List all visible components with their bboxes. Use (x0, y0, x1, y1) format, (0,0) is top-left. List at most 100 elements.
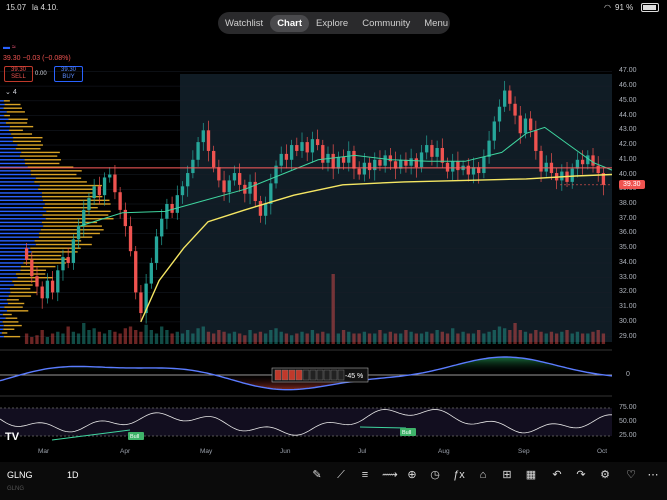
nav-community[interactable]: Community (355, 15, 417, 32)
volume-bar (300, 331, 304, 344)
time-tick: May (200, 448, 213, 455)
price-tick: 37.00 (619, 214, 637, 222)
volume-bar (492, 330, 496, 344)
volume-bar (196, 328, 200, 344)
volume-bar (409, 331, 413, 344)
nav-watchlist[interactable]: Watchlist (218, 15, 270, 32)
volume-bar (393, 333, 398, 344)
volume-bar (284, 333, 289, 344)
oscillator-zero-label: 0 (626, 371, 630, 378)
volume-bar (102, 333, 107, 344)
volume-bar (378, 330, 382, 344)
volume-bar (113, 331, 117, 344)
volume-bar (347, 331, 351, 344)
volume-bar (40, 330, 44, 344)
volume-bar (222, 331, 226, 344)
add-icon[interactable]: ⊕ (405, 468, 419, 482)
indicators-icon[interactable]: ƒx (452, 468, 466, 482)
volume-bar (149, 330, 153, 344)
volume-bar (580, 333, 585, 344)
battery-icon (641, 3, 659, 12)
redo-icon[interactable]: ↷ (574, 468, 588, 482)
volume-bar (565, 330, 569, 344)
volume-bar (352, 333, 356, 344)
price-tick: 33.00 (619, 273, 637, 281)
pattern-icon[interactable]: ⟿ (382, 468, 398, 482)
volume-bar (482, 333, 486, 344)
indicators-toggle[interactable]: ⌄ 4 (5, 88, 17, 96)
price-axis[interactable]: 47.00 46.00 45.00 44.00 43.00 42.00 41.00 40.00… (612, 44, 667, 444)
volume-bar (97, 331, 102, 344)
price-tick: 43.00 (619, 126, 637, 134)
price-tick: 38.00 (619, 200, 637, 207)
rsi-band (0, 408, 612, 436)
time-tick: Apr (120, 448, 131, 455)
draw-pen-icon[interactable]: ✎ (310, 468, 324, 482)
more-icon[interactable]: ⋯ (646, 468, 660, 482)
volume-bar (315, 333, 320, 344)
volume-bar (336, 333, 341, 344)
volume-bar (71, 331, 76, 344)
volume-bar (160, 326, 164, 344)
volume-bar (503, 328, 507, 344)
volume-bar (128, 326, 133, 344)
volume-bar (82, 323, 86, 344)
nav-chart[interactable]: Chart (270, 14, 309, 32)
volume-bar (45, 337, 50, 344)
volume-bar (263, 333, 268, 344)
price-change: 39.30 −0.03 (−0.08%) (3, 55, 71, 62)
legend-symbol-icons: ▬ ≈ (3, 44, 16, 51)
settings-icon[interactable]: ⚙ (598, 468, 612, 482)
volume-bar (108, 330, 112, 344)
alert-clock-icon[interactable]: ◷ (428, 468, 442, 482)
timeframe-button[interactable]: 1D (67, 470, 79, 480)
volume-bar (180, 333, 185, 344)
volume-bar (217, 330, 221, 344)
volume-bar (175, 331, 179, 344)
volume-bar (50, 333, 55, 344)
price-tick: 41.00 (619, 155, 637, 163)
volume-bar (134, 330, 138, 344)
time-tick: Mar (38, 448, 50, 455)
buy-label: BUY (62, 74, 75, 80)
volume-bar (321, 331, 325, 344)
undo-icon[interactable]: ↶ (550, 468, 564, 482)
volume-bar (24, 333, 29, 344)
chart-icon: ▬ (3, 44, 10, 51)
price-tick: 31.00 (619, 303, 637, 311)
time-axis[interactable]: Mar Apr May Jun Jul Aug Sep Oct (0, 446, 612, 458)
fib-icon[interactable]: ≡ (358, 468, 372, 482)
volume-bar (508, 330, 512, 344)
rsi-tick: 50.00 (619, 418, 637, 425)
top-nav: Watchlist Chart Explore Community Menu (218, 12, 450, 34)
volume-bar (388, 331, 393, 344)
volume-bar (456, 333, 460, 344)
price-chart[interactable]: -45 % Bull Bull TV (0, 44, 612, 444)
sell-button[interactable]: 39.30 SELL (4, 66, 33, 82)
buy-button[interactable]: 39.30 BUY (54, 66, 83, 82)
gauge-value: -45 % (345, 373, 363, 380)
sell-price: 39.30 (10, 67, 26, 73)
volume-bar (170, 333, 174, 344)
nav-menu[interactable]: Menu (417, 15, 455, 32)
layout-icon[interactable]: ▦ (524, 468, 538, 482)
symbol-name[interactable]: GLNG (7, 470, 33, 480)
volume-bar (414, 333, 418, 344)
rsi-tick: 25.00 (619, 432, 637, 439)
volume-bar (289, 335, 294, 344)
symbol-subtitle: GLNG (7, 486, 25, 492)
value-area-shade (180, 74, 612, 342)
compare-icon[interactable]: ⊞ (500, 468, 514, 482)
volume-bar (165, 330, 169, 344)
idea-icon[interactable]: ♡ (624, 468, 638, 482)
trend-line-icon[interactable]: ⟋ (334, 468, 348, 482)
volume-bar (295, 333, 299, 344)
volume-bar (118, 333, 122, 344)
templates-icon[interactable]: ⌂ (476, 468, 490, 482)
volume-bar (596, 330, 600, 344)
volume-bar (237, 333, 242, 344)
nav-explore[interactable]: Explore (309, 15, 355, 32)
volume-bar (191, 333, 195, 344)
volume-bar (399, 333, 403, 344)
volume-bar (326, 333, 330, 344)
